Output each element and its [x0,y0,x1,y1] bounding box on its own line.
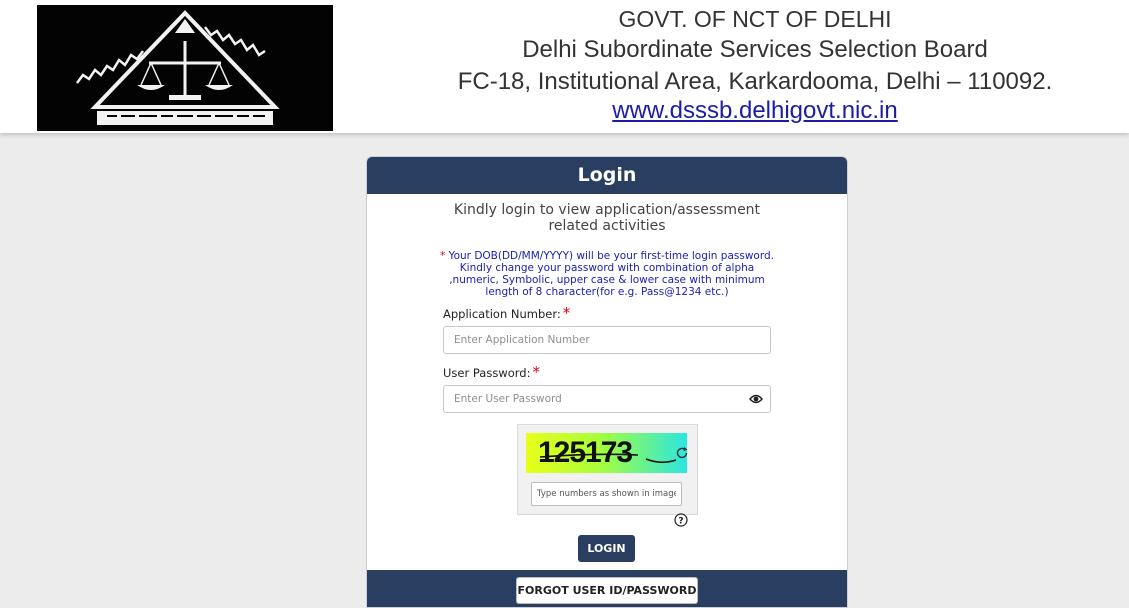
captcha-box: 125173 [517,424,698,515]
scales-of-justice-logo-icon [76,10,280,125]
required-mark: * [532,363,540,381]
application-number-label-text: Application Number: [443,307,561,321]
notice-text: Your DOB(DD/MM/YYYY) will be your first-… [445,250,774,298]
password-notice: * Your DOB(DD/MM/YYYY) will be your firs… [437,250,777,298]
login-intro-text: Kindly login to view application/assessm… [453,202,761,234]
govt-title: GOVT. OF NCT OF DELHI [618,6,892,32]
eye-icon[interactable] [749,393,763,405]
application-number-label: Application Number: * [443,304,571,325]
application-number-input[interactable] [443,326,771,354]
user-password-input[interactable] [443,385,771,413]
header-banner: GOVT. OF NCT OF DELHI Delhi Subordinate … [0,0,1129,133]
login-button[interactable]: LOGIN [578,535,635,562]
help-icon[interactable]: ? [674,513,688,527]
user-password-label: User Password: * [443,363,540,384]
captcha-code: 125173 [538,436,632,469]
refresh-icon[interactable] [675,446,689,460]
user-password-label-text: User Password: [443,366,531,380]
board-address: FC-18, Institutional Area, Karkardooma, … [457,68,1053,95]
card-footer: FORGOT USER ID/PASSWORD [367,570,847,607]
required-mark: * [562,304,571,322]
captcha-input[interactable] [531,482,682,506]
dsssb-logo [37,5,333,131]
website-link[interactable]: www.dsssb.delhigovt.nic.in [560,97,950,125]
captcha-image: 125173 [526,433,687,473]
board-name: Delhi Subordinate Services Selection Boa… [522,36,988,63]
login-card: Login Kindly login to view application/a… [366,156,848,608]
forgot-credentials-button[interactable]: FORGOT USER ID/PASSWORD [516,577,698,604]
svg-text:?: ? [678,517,683,527]
login-title: Login [367,157,847,194]
